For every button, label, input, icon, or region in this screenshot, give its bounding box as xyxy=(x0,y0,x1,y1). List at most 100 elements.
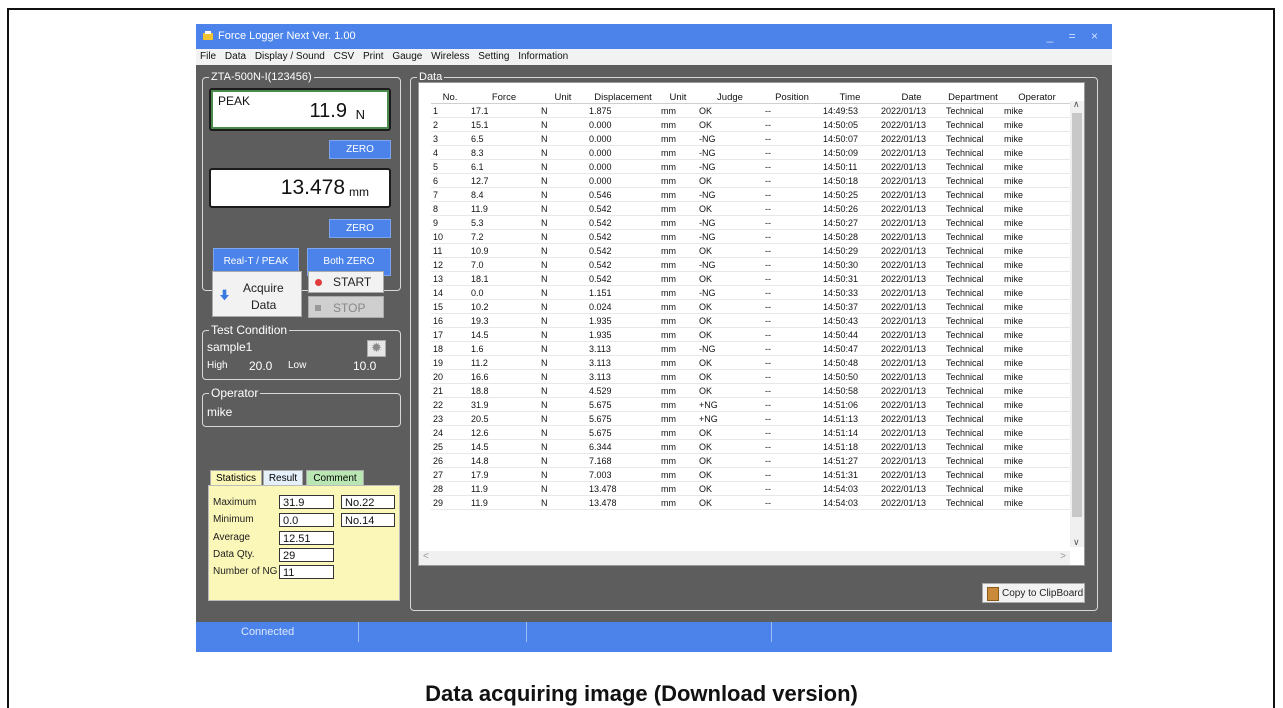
table-cell: -- xyxy=(763,313,821,328)
copy-to-clipboard-button[interactable]: Copy to ClipBoard xyxy=(982,583,1085,603)
table-row[interactable]: 13 18.1 N 0.542 mm OK -- 14:50:31 2022/01/13 Tech… xyxy=(431,271,1072,286)
col-department[interactable]: Department xyxy=(944,91,1002,104)
table-cell: mike xyxy=(1002,173,1072,188)
col-no[interactable]: No. xyxy=(431,91,469,104)
table-row[interactable]: 24 12.6 N 5.675 mm OK -- 14:51:14 2022/01/13 Tech… xyxy=(431,425,1072,440)
table-cell: mm xyxy=(659,411,697,426)
table-cell: mike xyxy=(1002,495,1072,510)
table-cell: 5.675 xyxy=(587,397,659,412)
table-row[interactable]: 29 11.9 N 13.478 mm OK -- 14:54:03 2022/01/13 Tec… xyxy=(431,495,1072,510)
start-button[interactable]: START xyxy=(308,271,384,293)
table-row[interactable]: 4 8.3 N 0.000 mm -NG -- 14:50:09 2022/01/13 Techn… xyxy=(431,145,1072,160)
table-cell: N xyxy=(539,131,587,146)
menu-csv[interactable]: CSV xyxy=(334,51,355,62)
tab-statistics[interactable]: Statistics xyxy=(210,470,262,486)
test-condition-group: Test Condition sample1 ✹ High 20.0 Low 1… xyxy=(202,323,401,380)
col-force[interactable]: Force xyxy=(469,91,539,104)
table-cell: 17.9 xyxy=(469,467,539,482)
table-cell: mm xyxy=(659,341,697,356)
menu-display-sound[interactable]: Display / Sound xyxy=(255,51,325,62)
table-cell: mm xyxy=(659,439,697,454)
table-cell: 14:50:43 xyxy=(821,313,879,328)
table-row[interactable]: 5 6.1 N 0.000 mm -NG -- 14:50:11 2022/01/13 Techn… xyxy=(431,159,1072,174)
test-condition-name: sample1 xyxy=(207,340,253,354)
table-row[interactable]: 12 7.0 N 0.542 mm -NG -- 14:50:30 2022/01/13 Tech… xyxy=(431,257,1072,272)
table-cell: 11.9 xyxy=(469,201,539,216)
force-zero-button[interactable]: ZERO xyxy=(329,140,391,159)
table-cell: 6.1 xyxy=(469,159,539,174)
table-row[interactable]: 10 7.2 N 0.542 mm -NG -- 14:50:28 2022/01/13 Tech… xyxy=(431,229,1072,244)
horizontal-scrollbar[interactable]: < > xyxy=(419,551,1070,565)
settings-button[interactable]: ✹ xyxy=(367,340,386,357)
table-row[interactable]: 23 20.5 N 5.675 mm +NG -- 14:51:13 2022/01/13 Tec… xyxy=(431,411,1072,426)
table-cell: Technical xyxy=(944,243,1002,258)
vertical-scrollbar[interactable]: ∧ ∨ xyxy=(1070,99,1084,547)
table-cell: 2022/01/13 xyxy=(879,229,944,244)
window-controls[interactable]: _ = × xyxy=(1047,24,1104,49)
menu-wireless[interactable]: Wireless xyxy=(431,51,469,62)
table-cell: 2022/01/13 xyxy=(879,103,944,118)
acquire-data-button[interactable]: Acquire Data xyxy=(212,271,302,317)
table-cell: 14:50:26 xyxy=(821,201,879,216)
table-cell: 2022/01/13 xyxy=(879,257,944,272)
col-judge[interactable]: Judge xyxy=(697,91,763,104)
table-cell: 17.1 xyxy=(469,103,539,118)
table-row[interactable]: 18 1.6 N 3.113 mm -NG -- 14:50:47 2022/01/13 Tech… xyxy=(431,341,1072,356)
table-cell: mm xyxy=(659,117,697,132)
menu-gauge[interactable]: Gauge xyxy=(392,51,422,62)
table-cell: Technical xyxy=(944,313,1002,328)
table-row[interactable]: 15 10.2 N 0.024 mm OK -- 14:50:37 2022/01/13 Tech… xyxy=(431,299,1072,314)
table-cell: 2022/01/13 xyxy=(879,425,944,440)
table-cell: Technical xyxy=(944,159,1002,174)
menu-file[interactable]: File xyxy=(200,51,216,62)
table-cell: mike xyxy=(1002,327,1072,342)
col-disp-unit[interactable]: Unit xyxy=(659,91,697,104)
table-row[interactable]: 20 16.6 N 3.113 mm OK -- 14:50:50 2022/01/13 Tech… xyxy=(431,369,1072,384)
table-cell: 26 xyxy=(431,453,469,468)
stop-button[interactable]: STOP xyxy=(308,296,384,318)
displacement-zero-button[interactable]: ZERO xyxy=(329,219,391,238)
col-time[interactable]: Time xyxy=(821,91,879,104)
scroll-thumb[interactable] xyxy=(1072,113,1082,517)
menu-information[interactable]: Information xyxy=(518,51,568,62)
tab-result[interactable]: Result xyxy=(263,470,303,486)
table-row[interactable]: 2 15.1 N 0.000 mm OK -- 14:50:05 2022/01/13 Techn… xyxy=(431,117,1072,132)
table-row[interactable]: 28 11.9 N 13.478 mm OK -- 14:54:03 2022/01/13 Tec… xyxy=(431,481,1072,496)
table-row[interactable]: 22 31.9 N 5.675 mm +NG -- 14:51:06 2022/01/13 Tec… xyxy=(431,397,1072,412)
tab-comment[interactable]: Comment xyxy=(306,470,364,486)
table-row[interactable]: 26 14.8 N 7.168 mm OK -- 14:51:27 2022/01/13 Tech… xyxy=(431,453,1072,468)
table-row[interactable]: 1 17.1 N 1.875 mm OK -- 14:49:53 2022/01/13 Techn… xyxy=(431,103,1072,118)
table-row[interactable]: 11 10.9 N 0.542 mm OK -- 14:50:29 2022/01/13 Tech… xyxy=(431,243,1072,258)
menu-data[interactable]: Data xyxy=(225,51,246,62)
table-cell: -- xyxy=(763,145,821,160)
col-date[interactable]: Date xyxy=(879,91,944,104)
menu-print[interactable]: Print xyxy=(363,51,384,62)
table-cell: 3.113 xyxy=(587,341,659,356)
table-cell: 2022/01/13 xyxy=(879,117,944,132)
table-cell: 14:51:13 xyxy=(821,411,879,426)
table-row[interactable]: 7 8.4 N 0.546 mm -NG -- 14:50:25 2022/01/13 Techn… xyxy=(431,187,1072,202)
table-cell: Technical xyxy=(944,285,1002,300)
col-operator[interactable]: Operator xyxy=(1002,91,1072,104)
table-row[interactable]: 6 12.7 N 0.000 mm OK -- 14:50:18 2022/01/13 Techn… xyxy=(431,173,1072,188)
table-row[interactable]: 27 17.9 N 7.003 mm OK -- 14:51:31 2022/01/13 Tech… xyxy=(431,467,1072,482)
table-row[interactable]: 9 5.3 N 0.542 mm -NG -- 14:50:27 2022/01/13 Techn… xyxy=(431,215,1072,230)
table-cell: 14 xyxy=(431,285,469,300)
table-row[interactable]: 19 11.2 N 3.113 mm OK -- 14:50:48 2022/01/13 Tech… xyxy=(431,355,1072,370)
table-row[interactable]: 14 0.0 N 1.151 mm -NG -- 14:50:33 2022/01/13 Tech… xyxy=(431,285,1072,300)
table-cell: 0.542 xyxy=(587,215,659,230)
col-force-unit[interactable]: Unit xyxy=(539,91,587,104)
table-row[interactable]: 17 14.5 N 1.935 mm OK -- 14:50:44 2022/01/13 Tech… xyxy=(431,327,1072,342)
col-position[interactable]: Position xyxy=(763,91,821,104)
table-cell: 14:51:27 xyxy=(821,453,879,468)
table-row[interactable]: 21 18.8 N 4.529 mm OK -- 14:50:58 2022/01/13 Tech… xyxy=(431,383,1072,398)
table-cell: 15.1 xyxy=(469,117,539,132)
table-row[interactable]: 3 6.5 N 0.000 mm -NG -- 14:50:07 2022/01/13 Techn… xyxy=(431,131,1072,146)
table-row[interactable]: 16 19.3 N 1.935 mm OK -- 14:50:43 2022/01/13 Tech… xyxy=(431,313,1072,328)
col-displacement[interactable]: Displacement xyxy=(587,91,659,104)
table-row[interactable]: 8 11.9 N 0.542 mm OK -- 14:50:26 2022/01/13 Techn… xyxy=(431,201,1072,216)
table-cell: 14:54:03 xyxy=(821,495,879,510)
table-row[interactable]: 25 14.5 N 6.344 mm OK -- 14:51:18 2022/01/13 Tech… xyxy=(431,439,1072,454)
menu-setting[interactable]: Setting xyxy=(478,51,509,62)
status-divider xyxy=(358,622,359,642)
